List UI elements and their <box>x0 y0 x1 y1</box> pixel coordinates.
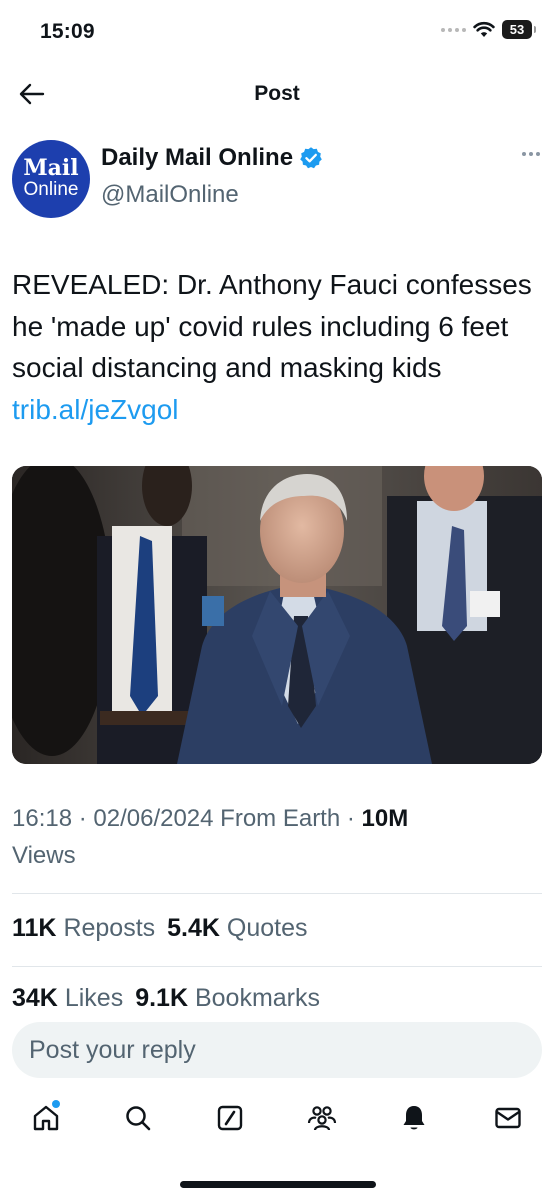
reposts-label: Reposts <box>63 914 156 942</box>
stats-row-shares: 11K Reposts 5.4K Quotes <box>12 914 542 943</box>
author-name-row[interactable]: Daily Mail Online <box>101 144 323 172</box>
post-metadata: 16:18 · 02/06/2024 From Earth · 10M Views <box>12 800 542 874</box>
quotes-stat[interactable]: 5.4K Quotes <box>167 914 307 943</box>
photo-illustration <box>12 466 542 764</box>
views-count: 10M <box>361 805 409 832</box>
author-name[interactable]: Daily Mail Online <box>101 144 293 172</box>
post-link[interactable]: trib.al/jeZvgol <box>12 394 179 425</box>
status-bar: 15:09 53 <box>0 0 554 66</box>
battery-icon: 53 <box>502 20 536 39</box>
reply-placeholder: Post your reply <box>29 1036 196 1064</box>
tab-search[interactable] <box>116 1096 160 1140</box>
reposts-count: 11K <box>12 914 57 942</box>
tab-grok[interactable] <box>208 1096 252 1140</box>
divider <box>12 966 542 967</box>
wifi-icon <box>473 22 495 37</box>
post-timestamp: 16:18 · 02/06/2024 From Earth · <box>12 805 362 832</box>
tab-notifications[interactable] <box>392 1096 436 1140</box>
verified-badge-icon <box>300 147 322 169</box>
divider <box>12 893 542 894</box>
status-indicators: 53 <box>441 20 536 39</box>
post-body: REVEALED: Dr. Anthony Fauci confesses he… <box>12 264 542 430</box>
quotes-label: Quotes <box>226 914 308 942</box>
tab-communities[interactable] <box>300 1096 344 1140</box>
tab-home[interactable] <box>24 1096 68 1140</box>
avatar[interactable]: Mail Online <box>12 140 90 218</box>
grok-icon <box>217 1105 243 1131</box>
quotes-count: 5.4K <box>167 914 220 942</box>
post-photo[interactable] <box>12 466 542 764</box>
reposts-stat[interactable]: 11K Reposts <box>12 914 155 943</box>
bottom-tab-bar <box>0 1096 554 1146</box>
avatar-logo-line2: Online <box>23 179 79 200</box>
messages-envelope-icon <box>495 1107 521 1129</box>
top-bar: Post <box>0 66 554 122</box>
home-indicator <box>180 1181 376 1188</box>
status-time: 15:09 <box>40 20 95 43</box>
notifications-bell-icon <box>403 1106 425 1130</box>
post-author: Mail Online Daily Mail Online @MailOnlin… <box>12 140 542 220</box>
communities-icon <box>307 1106 337 1131</box>
views-label: Views <box>12 842 76 869</box>
more-options-icon[interactable] <box>522 152 540 156</box>
battery-level: 53 <box>509 22 525 37</box>
notification-dot <box>52 1100 60 1108</box>
cellular-signal-icon <box>441 27 466 32</box>
post-text: REVEALED: Dr. Anthony Fauci confesses he… <box>12 269 532 383</box>
bottom-area: Post your reply <box>0 1008 554 1199</box>
search-icon <box>126 1106 151 1131</box>
avatar-logo-line1: Mail <box>23 155 79 181</box>
page-title: Post <box>254 82 300 105</box>
tab-messages[interactable] <box>486 1096 530 1140</box>
reply-input[interactable]: Post your reply <box>12 1022 542 1078</box>
author-handle[interactable]: @MailOnline <box>101 181 239 209</box>
